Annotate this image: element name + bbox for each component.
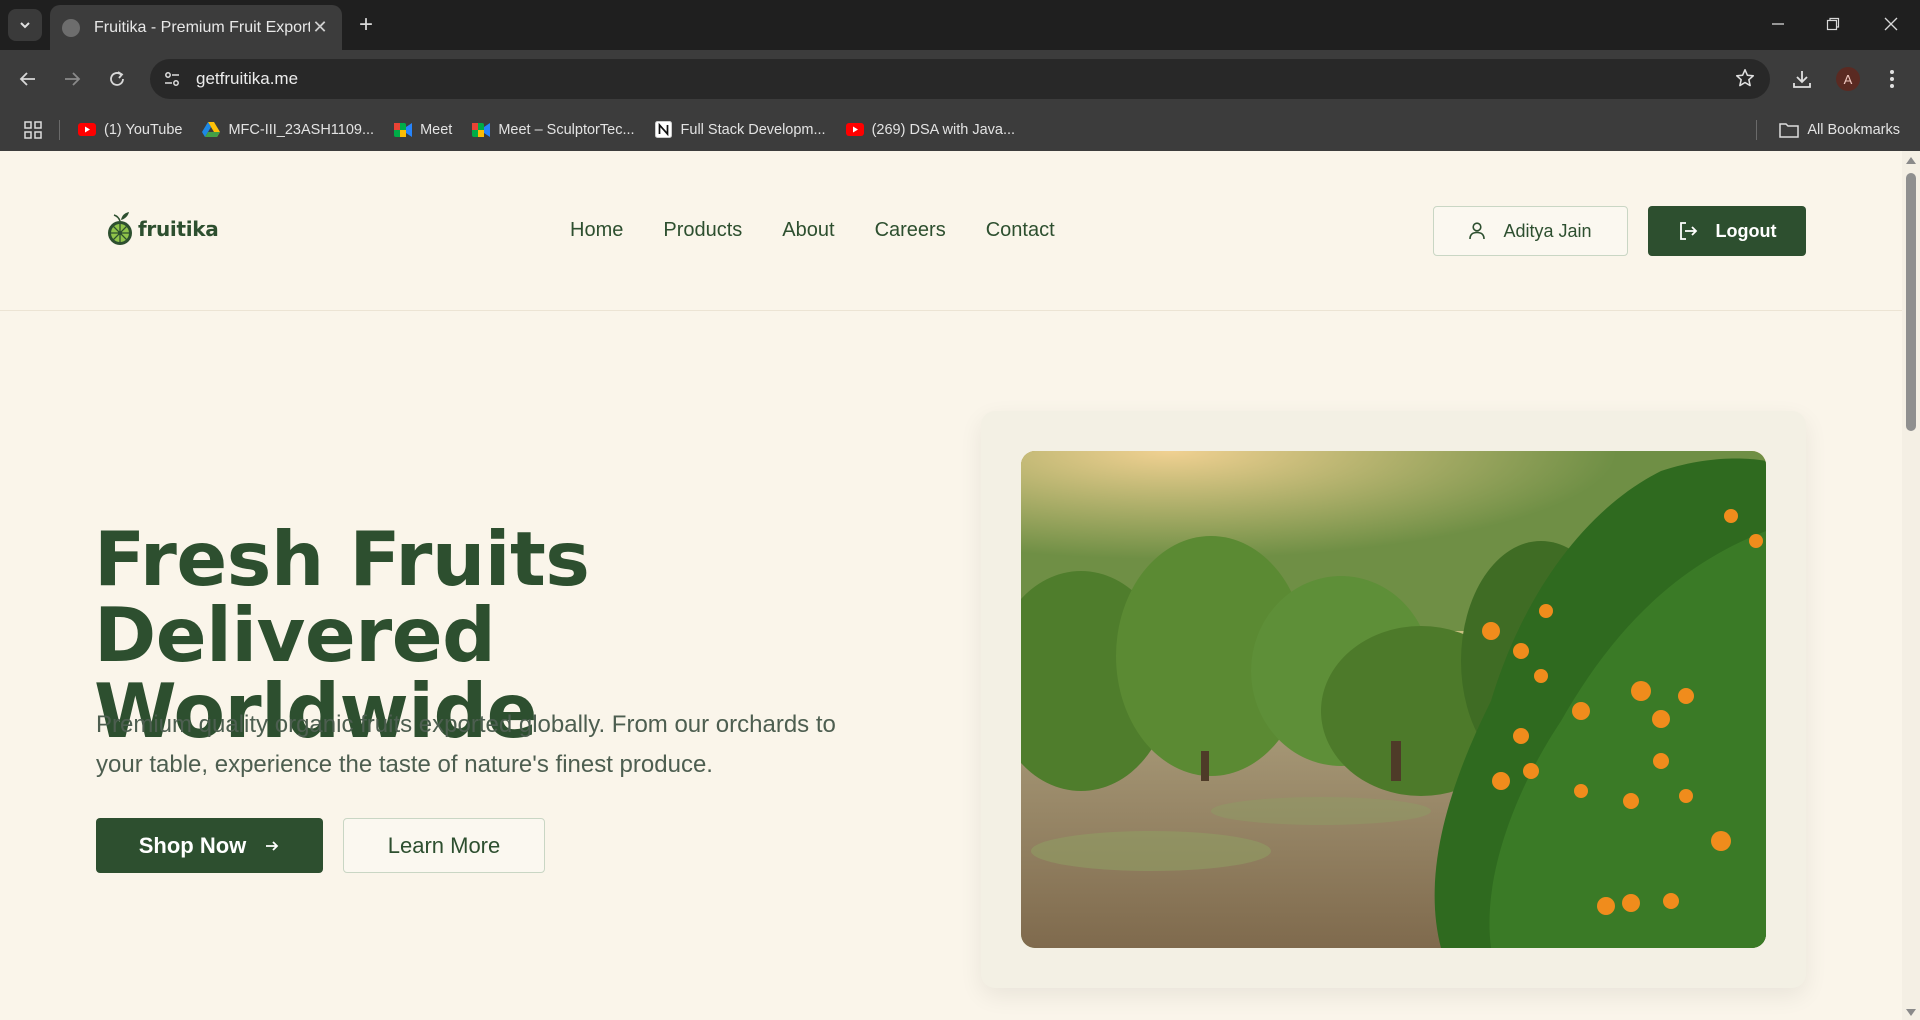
minimize-icon <box>1772 23 1784 25</box>
avatar: A <box>1836 67 1860 91</box>
shop-now-label: Shop Now <box>138 832 247 858</box>
nav-about[interactable]: About <box>782 219 834 242</box>
url-text: getfruitika.me <box>196 69 299 88</box>
bookmarks-separator <box>59 120 60 140</box>
site-info-icon[interactable] <box>154 63 190 95</box>
bookmark-meet[interactable]: Meet <box>394 121 452 139</box>
chevron-down-icon <box>20 22 30 29</box>
user-profile-button[interactable]: Aditya Jain <box>1433 206 1628 256</box>
bookmark-list: (1) YouTube MFC-III_23ASH1109... Meet Me… <box>78 108 1035 151</box>
hero-title-line1: Fresh Fruits Delivered <box>94 515 590 679</box>
more-vert-icon <box>1890 70 1894 88</box>
learn-more-button[interactable]: Learn More <box>343 818 545 873</box>
reload-icon <box>110 71 124 86</box>
user-icon <box>1469 222 1486 240</box>
youtube-icon <box>78 121 96 139</box>
address-bar[interactable]: getfruitika.me <box>150 59 1770 99</box>
notion-icon <box>655 121 673 139</box>
bookmark-label: Meet – SculptorTec... <box>498 121 635 138</box>
page-scrollbar[interactable] <box>1902 151 1920 1020</box>
close-icon <box>1884 17 1898 31</box>
apps-grid-icon[interactable] <box>20 117 46 143</box>
arrow-right-icon <box>264 838 280 854</box>
minimize-button[interactable] <box>1758 8 1798 40</box>
bookmark-label: (1) YouTube <box>104 121 183 138</box>
reload-button[interactable] <box>99 61 135 97</box>
nav-products[interactable]: Products <box>663 219 742 242</box>
orchard-image <box>1021 451 1766 948</box>
arrow-right-icon <box>65 72 81 86</box>
browser-chrome: Fruitika - Premium Fruit Exports ✕ + get… <box>0 0 1920 151</box>
close-window-button[interactable] <box>1871 8 1911 40</box>
scrollbar-thumb[interactable] <box>1906 173 1916 431</box>
google-drive-icon <box>202 121 221 139</box>
arrow-left-icon <box>19 72 35 86</box>
hero-subtitle-line1: Premium quality organic fruits exported … <box>96 711 836 738</box>
all-bookmarks-button[interactable]: All Bookmarks <box>1779 108 1900 151</box>
logout-label: Logout <box>1715 220 1777 241</box>
forward-button[interactable] <box>54 61 90 97</box>
google-meet-icon <box>394 121 413 139</box>
bookmark-label: Full Stack Developm... <box>680 121 826 138</box>
webpage: fruitika Home Products About Careers Con… <box>0 151 1902 1020</box>
site-header: fruitika Home Products About Careers Con… <box>0 151 1902 311</box>
hero-subtitle-line2: your table, experience the taste of natu… <box>96 751 713 778</box>
logo-text: fruitika <box>138 217 219 241</box>
youtube-icon <box>845 121 864 139</box>
download-icon <box>1793 71 1811 88</box>
bookmark-star-icon[interactable] <box>1734 67 1756 94</box>
bookmark-label: Meet <box>420 121 453 138</box>
nav-home[interactable]: Home <box>570 219 623 242</box>
bookmark-label: (269) DSA with Java... <box>871 121 1016 138</box>
back-button[interactable] <box>10 61 46 97</box>
bookmark-youtube[interactable]: (1) YouTube <box>78 121 182 139</box>
new-tab-button[interactable]: + <box>352 11 380 39</box>
bookmark-notion[interactable]: Full Stack Developm... <box>655 121 826 139</box>
globe-icon <box>62 18 80 37</box>
downloads-button[interactable] <box>1784 61 1820 97</box>
nav-careers[interactable]: Careers <box>875 219 946 242</box>
logout-icon <box>1678 221 1698 241</box>
bookmarks-bar: (1) YouTube MFC-III_23ASH1109... Meet Me… <box>0 108 1920 151</box>
logout-button[interactable]: Logout <box>1648 206 1806 256</box>
all-bookmarks-label: All Bookmarks <box>1807 121 1900 138</box>
browser-toolbar: getfruitika.me A <box>0 50 1920 108</box>
scroll-up-arrow-icon[interactable] <box>1906 157 1916 164</box>
google-meet-icon <box>472 121 491 139</box>
folder-icon <box>1779 122 1800 138</box>
hero-subtitle: Premium quality organic fruits exported … <box>96 705 956 785</box>
close-tab-icon[interactable]: ✕ <box>310 17 330 38</box>
bookmark-dsa-java[interactable]: (269) DSA with Java... <box>845 121 1016 139</box>
menu-button[interactable] <box>1874 61 1910 97</box>
restore-button[interactable] <box>1813 8 1853 40</box>
user-name: Aditya Jain <box>1503 220 1592 241</box>
tab-search-button[interactable] <box>8 9 42 41</box>
shop-now-button[interactable]: Shop Now <box>96 818 323 873</box>
bookmark-mfc[interactable]: MFC-III_23ASH1109... <box>202 121 374 139</box>
bookmark-label: MFC-III_23ASH1109... <box>228 121 375 138</box>
restore-icon <box>1826 17 1840 31</box>
scroll-down-arrow-icon[interactable] <box>1906 1009 1916 1016</box>
profile-button[interactable]: A <box>1830 61 1866 97</box>
tab-strip: Fruitika - Premium Fruit Exports ✕ + <box>0 0 1920 50</box>
bookmark-meet-sculptor[interactable]: Meet – SculptorTec... <box>472 121 635 139</box>
lime-logo-icon <box>108 212 132 245</box>
learn-more-label: Learn More <box>387 832 501 858</box>
main-nav: Home Products About Careers Contact <box>570 219 1095 242</box>
nav-contact[interactable]: Contact <box>986 219 1055 242</box>
bookmarks-separator <box>1756 120 1757 140</box>
browser-tab[interactable]: Fruitika - Premium Fruit Exports ✕ <box>50 5 342 50</box>
hero-image-card <box>981 411 1806 988</box>
site-logo[interactable]: fruitika <box>107 211 219 247</box>
tab-title: Fruitika - Premium Fruit Exports <box>94 18 310 36</box>
